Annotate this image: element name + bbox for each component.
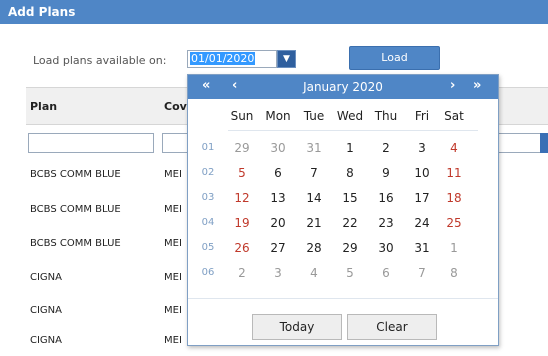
calendar-day[interactable]: 20	[264, 216, 292, 230]
calendar-day[interactable]: 15	[336, 191, 364, 205]
weekday-divider	[228, 130, 478, 131]
calendar-day[interactable]: 12	[228, 191, 256, 205]
calendar-day[interactable]: 24	[408, 216, 436, 230]
week-number: 02	[201, 167, 215, 178]
next-month-button[interactable]: ›	[450, 78, 455, 94]
calendar-day[interactable]: 8	[440, 266, 468, 280]
load-date-label: Load plans available on:	[33, 54, 167, 67]
calendar-day[interactable]: 25	[440, 216, 468, 230]
weekday-header: Mon	[265, 109, 291, 123]
calendar-day[interactable]: 8	[336, 166, 364, 180]
cell-coverage: MEI	[164, 335, 182, 346]
calendar-day[interactable]: 27	[264, 241, 292, 255]
calendar-day[interactable]: 5	[336, 266, 364, 280]
calendar-day[interactable]: 26	[228, 241, 256, 255]
weekday-header: Thu	[374, 109, 398, 123]
cell-coverage: MEI	[164, 238, 182, 249]
week-number: 03	[201, 192, 215, 203]
cell-plan: BCBS COMM BLUE	[30, 169, 121, 180]
calendar-day[interactable]: 2	[372, 141, 400, 155]
calendar-day[interactable]: 7	[408, 266, 436, 280]
calendar-day[interactable]: 2	[228, 266, 256, 280]
calendar-day[interactable]: 17	[408, 191, 436, 205]
week-number: 04	[201, 217, 215, 228]
today-button[interactable]: Today	[252, 314, 342, 340]
calendar-day[interactable]: 5	[228, 166, 256, 180]
calendar-day[interactable]: 16	[372, 191, 400, 205]
calendar-day[interactable]: 6	[264, 166, 292, 180]
calendar-day[interactable]: 9	[372, 166, 400, 180]
calendar-day[interactable]: 7	[300, 166, 328, 180]
weekday-header: Tue	[303, 109, 325, 123]
calendar-day[interactable]: 22	[336, 216, 364, 230]
next-year-button[interactable]: »	[473, 78, 481, 94]
calendar-day[interactable]: 3	[408, 141, 436, 155]
filter-plan-input[interactable]	[28, 133, 154, 153]
calendar-day[interactable]: 23	[372, 216, 400, 230]
clear-button[interactable]: Clear	[347, 314, 437, 340]
weekday-header: Sun	[230, 109, 254, 123]
cell-plan: BCBS COMM BLUE	[30, 238, 121, 249]
load-date-value: 01/01/2020	[190, 52, 256, 65]
calendar-footer-divider	[188, 298, 498, 299]
week-number: 05	[201, 242, 215, 253]
calendar-day[interactable]: 1	[440, 241, 468, 255]
cell-coverage: MEI	[164, 305, 182, 316]
calendar-day[interactable]: 29	[336, 241, 364, 255]
calendar-day[interactable]: 1	[336, 141, 364, 155]
calendar-day[interactable]: 30	[264, 141, 292, 155]
load-date-input[interactable]: 01/01/2020	[187, 50, 277, 68]
calendar-day[interactable]: 29	[228, 141, 256, 155]
column-header-plan[interactable]: Plan	[30, 100, 57, 113]
calendar-day[interactable]: 3	[264, 266, 292, 280]
column-header-coverage[interactable]: Cov	[164, 100, 187, 113]
calendar-day[interactable]: 6	[372, 266, 400, 280]
calendar-day[interactable]: 11	[440, 166, 468, 180]
week-number: 06	[201, 267, 215, 278]
weekday-header: Fri	[414, 109, 430, 123]
calendar-day[interactable]: 10	[408, 166, 436, 180]
weekday-header: Sat	[444, 109, 464, 123]
cell-plan: CIGNA	[30, 305, 63, 316]
date-dropdown-button[interactable]: ▼	[277, 50, 296, 68]
cell-coverage: MEI	[164, 272, 182, 283]
calendar-day[interactable]: 4	[440, 141, 468, 155]
calendar-day[interactable]: 31	[300, 141, 328, 155]
cell-plan: CIGNA	[30, 272, 63, 283]
cell-plan: CIGNA	[30, 335, 63, 346]
calendar-day[interactable]: 21	[300, 216, 328, 230]
cell-coverage: MEI	[164, 169, 182, 180]
calendar-day[interactable]: 28	[300, 241, 328, 255]
cell-plan: BCBS COMM BLUE	[30, 204, 121, 215]
load-button[interactable]: Load	[349, 46, 440, 70]
filter-button-edge[interactable]	[540, 133, 548, 153]
calendar-header: « ‹ January 2020 › »	[188, 75, 498, 99]
calendar-day[interactable]: 31	[408, 241, 436, 255]
load-toolbar: Load plans available on: 01/01/2020 ▼ Lo…	[0, 24, 548, 78]
date-picker-popup: « ‹ January 2020 › » Sun Mon Tue Wed Thu Fri S…	[187, 74, 499, 346]
calendar-day[interactable]: 4	[300, 266, 328, 280]
calendar-day[interactable]: 30	[372, 241, 400, 255]
calendar-day[interactable]: 14	[300, 191, 328, 205]
week-number: 01	[201, 142, 215, 153]
cell-coverage: MEI	[164, 204, 182, 215]
calendar-day[interactable]: 18	[440, 191, 468, 205]
window-title: Add Plans	[0, 0, 548, 24]
calendar-day[interactable]: 13	[264, 191, 292, 205]
chevron-down-icon: ▼	[283, 54, 290, 64]
weekday-header: Wed	[336, 109, 364, 123]
calendar-day[interactable]: 19	[228, 216, 256, 230]
